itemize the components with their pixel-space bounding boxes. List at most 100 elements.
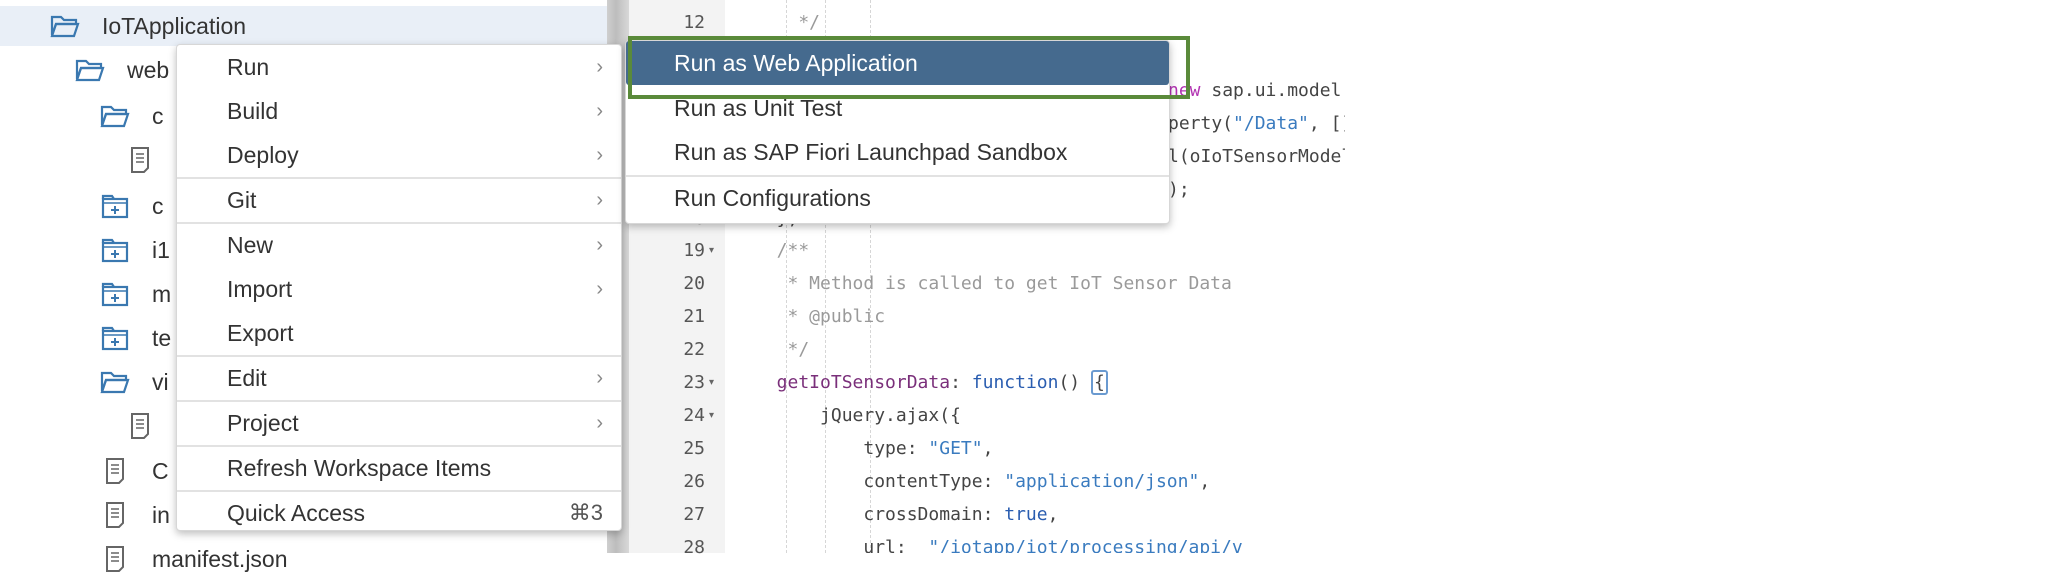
code-line: /** xyxy=(755,240,810,261)
menu-item-label: Run Configurations xyxy=(674,184,871,211)
code-token: */ xyxy=(755,339,810,360)
chevron-right-icon: › xyxy=(596,277,603,300)
code-line: l(oIoTSensorModel xyxy=(1168,146,1345,167)
menu-item-new[interactable]: New › xyxy=(177,223,621,267)
code-token: perty( xyxy=(1168,113,1234,134)
menu-item-label: Export xyxy=(227,319,294,346)
code-line: */ xyxy=(755,339,810,360)
menu-item-label: Deploy xyxy=(227,141,299,168)
tree-item[interactable]: manifest.json xyxy=(0,539,707,579)
menu-item-label: Import xyxy=(227,275,293,302)
chevron-right-icon: › xyxy=(596,143,603,166)
chevron-right-icon: › xyxy=(596,55,603,78)
menu-item-build[interactable]: Build › xyxy=(177,89,621,133)
code-token: getIoTSensorData xyxy=(755,372,951,393)
chevron-right-icon: › xyxy=(596,233,603,256)
tree-item-label: i1 xyxy=(152,236,170,263)
menu-item-deploy[interactable]: Deploy › xyxy=(177,133,621,177)
line-number: 21 xyxy=(683,306,705,327)
code-line: */ xyxy=(755,12,820,33)
code-token: "GET" xyxy=(928,438,983,459)
submenu-item-run-as-web-application[interactable]: Run as Web Application xyxy=(626,41,1169,85)
code-token: "/iotapp/iot/processing/api/v xyxy=(917,537,1243,553)
file-icon xyxy=(100,458,130,484)
folder-open-icon xyxy=(50,13,80,39)
code-token: * Method is called to get IoT Sensor Dat… xyxy=(755,273,1232,294)
code-line: perty("/Data", [] xyxy=(1168,113,1345,134)
line-number: 23 xyxy=(683,372,705,393)
folder-open-icon xyxy=(100,103,130,129)
file-icon xyxy=(125,147,155,173)
menu-item-export[interactable]: Export xyxy=(177,311,621,355)
menu-item-label: Run as Web Application xyxy=(674,49,918,76)
file-icon xyxy=(100,546,130,572)
menu-item-label: Run xyxy=(227,53,270,80)
fold-toggle-icon[interactable]: ▾ xyxy=(709,410,714,421)
folder-open-icon xyxy=(75,57,105,83)
menu-item-import[interactable]: Import › xyxy=(177,267,621,311)
run-submenu: Run as Web Application Run as Unit Test Ru… xyxy=(625,40,1170,224)
line-number: 25 xyxy=(683,438,705,459)
tree-item-label: C xyxy=(152,457,169,484)
code-token: "application/json" xyxy=(1004,471,1200,492)
tree-item-label: IoTApplication xyxy=(102,12,247,39)
context-menu: Run › Build › Deploy › Git › New › Import › Export Ed… xyxy=(176,44,622,531)
menu-item-label: Edit xyxy=(227,364,267,391)
code-line: url: "/iotapp/iot/processing/api/v xyxy=(755,537,1243,553)
code-line: jQuery.ajax({ xyxy=(755,405,961,426)
line-number: 20 xyxy=(683,273,705,294)
line-number: 19 xyxy=(683,240,705,261)
tree-item[interactable]: IoTApplication xyxy=(0,6,657,46)
line-number: 26 xyxy=(683,471,705,492)
code-token: true xyxy=(1004,504,1048,525)
code-token: () xyxy=(1058,372,1091,393)
code-token: /** xyxy=(755,240,810,261)
code-line: * @public xyxy=(755,306,886,327)
menu-item-quick-access[interactable]: Quick Access ⌘3 xyxy=(177,491,621,535)
code-line: contentType: "application/json", xyxy=(755,471,1210,492)
submenu-item-run-as-unit-test[interactable]: Run as Unit Test xyxy=(626,86,1169,130)
code-line: crossDomain: true, xyxy=(755,504,1058,525)
code-token: new xyxy=(1168,80,1201,101)
code-token: ); xyxy=(1168,179,1190,200)
submenu-item-run-as-sap-fiori-launchpad-sandbox[interactable]: Run as SAP Fiori Launchpad Sandbox xyxy=(626,130,1169,174)
code-token: type: xyxy=(755,438,929,459)
code-token: * @public xyxy=(755,306,886,327)
menu-item-label: Run as SAP Fiori Launchpad Sandbox xyxy=(674,138,1068,165)
menu-item-edit[interactable]: Edit › xyxy=(177,356,621,400)
menu-item-label: Build xyxy=(227,97,279,124)
folder-closed-icon xyxy=(100,193,130,219)
menu-item-refresh-workspace-items[interactable]: Refresh Workspace Items xyxy=(177,446,621,490)
submenu-item-run-configurations[interactable]: Run Configurations xyxy=(626,176,1169,220)
menu-item-git[interactable]: Git › xyxy=(177,178,621,222)
chevron-right-icon: › xyxy=(596,411,603,434)
menu-item-label: Project xyxy=(227,409,299,436)
code-token: function xyxy=(971,372,1059,393)
file-icon xyxy=(125,413,155,439)
code-token: "/Data" xyxy=(1233,113,1309,134)
fold-toggle-icon[interactable]: ▾ xyxy=(709,245,714,256)
code-token: , [] xyxy=(1308,113,1345,134)
fold-toggle-icon[interactable]: ▾ xyxy=(709,377,714,388)
code-token: { xyxy=(1090,370,1108,395)
shortcut-label: ⌘3 xyxy=(568,500,603,525)
code-line: getIoTSensorData: function() { xyxy=(755,370,1108,395)
folder-open-icon xyxy=(100,369,130,395)
chevron-right-icon: › xyxy=(596,366,603,389)
folder-closed-icon xyxy=(100,237,130,263)
tree-item-label: c xyxy=(152,102,164,129)
menu-item-label: Run as Unit Test xyxy=(674,94,843,121)
folder-closed-icon xyxy=(100,325,130,351)
chevron-right-icon: › xyxy=(596,188,603,211)
menu-item-project[interactable]: Project › xyxy=(177,401,621,445)
tree-item-label: manifest.json xyxy=(152,545,288,572)
code-token: jQuery.ajax({ xyxy=(755,405,961,426)
line-number: 24 xyxy=(683,405,705,426)
code-token: , xyxy=(982,438,994,459)
code-token: , xyxy=(1047,504,1059,525)
tree-item-label: in xyxy=(152,501,170,528)
code-line: * Method is called to get IoT Sensor Dat… xyxy=(755,273,1232,294)
menu-item-run[interactable]: Run › xyxy=(177,45,621,89)
tree-item-label: web xyxy=(127,56,170,83)
menu-item-label: Git xyxy=(227,186,257,213)
